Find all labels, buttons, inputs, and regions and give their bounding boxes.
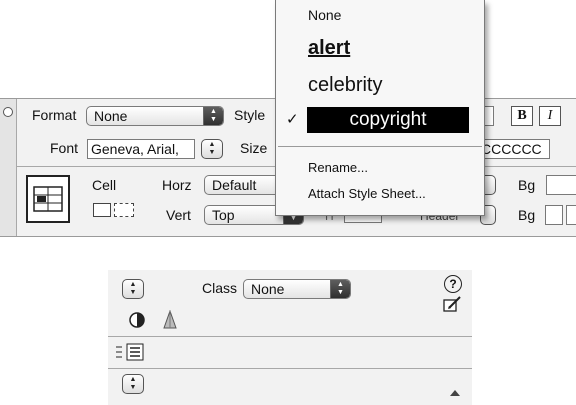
bg-image-field[interactable] [546,175,576,195]
class-label: Class [202,280,238,296]
font-label: Font [50,140,79,156]
format-select[interactable]: None ▲ ▼ [86,106,224,126]
merge-cells-icon[interactable] [93,203,111,217]
bg-color-label: Bg [518,207,536,223]
cell-label: Cell [92,177,117,193]
style-label: Style [234,107,266,123]
edit-icon[interactable] [443,295,463,313]
selected-highlight: copyright [307,107,469,133]
stepper-2[interactable]: ▲ ▼ [122,374,144,394]
menu-item-alert[interactable]: alert [308,37,350,60]
font-stepper[interactable]: ▲ ▼ [201,139,223,159]
help-icon[interactable]: ? [444,275,462,293]
split-cells-icon[interactable] [114,203,134,217]
bg-label: Bg [518,177,536,193]
class-value: None [251,281,285,297]
size-label: Size [240,140,268,156]
font-field[interactable]: Geneva, Arial, [87,139,195,159]
menu-separator [278,146,482,147]
bottom-property-panel: ▲ ▼ Class None ▲ ▼ ? ▲ ▼ [108,270,472,405]
divider [108,368,472,369]
vert-label: Vert [166,207,191,223]
bg-color-swatch[interactable] [545,205,563,225]
table-icon [26,175,70,223]
style-menu: None alert celebrity ✓ copyright Rename.… [275,0,485,216]
checkmark-icon: ✓ [286,111,299,128]
divider [108,336,472,337]
menu-item-copyright-label: copyright [349,109,427,130]
vert-value: Top [212,207,235,223]
indent-icon[interactable] [114,343,144,361]
menu-item-none[interactable]: None [308,7,341,23]
panel-grip[interactable] [0,99,17,236]
updown-arrows-icon: ▲▼ [330,280,350,298]
horz-label: Horz [162,177,192,193]
italic-button[interactable]: I [539,106,561,126]
color-field[interactable]: CCCCCC [478,139,550,159]
expand-arrow-icon[interactable] [450,390,460,396]
bold-button[interactable]: B [511,106,533,126]
format-value: None [94,108,128,124]
menu-item-rename[interactable]: Rename... [308,160,368,175]
cone-icon[interactable] [162,309,178,330]
contrast-icon[interactable] [128,311,146,329]
stepper-1[interactable]: ▲ ▼ [122,279,144,299]
menu-item-attach-style-sheet[interactable]: Attach Style Sheet... [308,186,426,201]
class-select[interactable]: None ▲ ▼ [243,279,351,299]
help-glyph: ? [449,277,457,291]
horz-value: Default [212,177,257,193]
format-label: Format [32,107,77,123]
bg-color-field[interactable] [566,205,576,225]
menu-item-copyright[interactable]: ✓ copyright [276,104,484,136]
collapse-circle-icon[interactable] [3,107,13,117]
updown-arrows-icon: ▲▼ [203,107,223,125]
horz-select[interactable]: Default [204,175,276,195]
menu-item-celebrity[interactable]: celebrity [308,74,382,97]
